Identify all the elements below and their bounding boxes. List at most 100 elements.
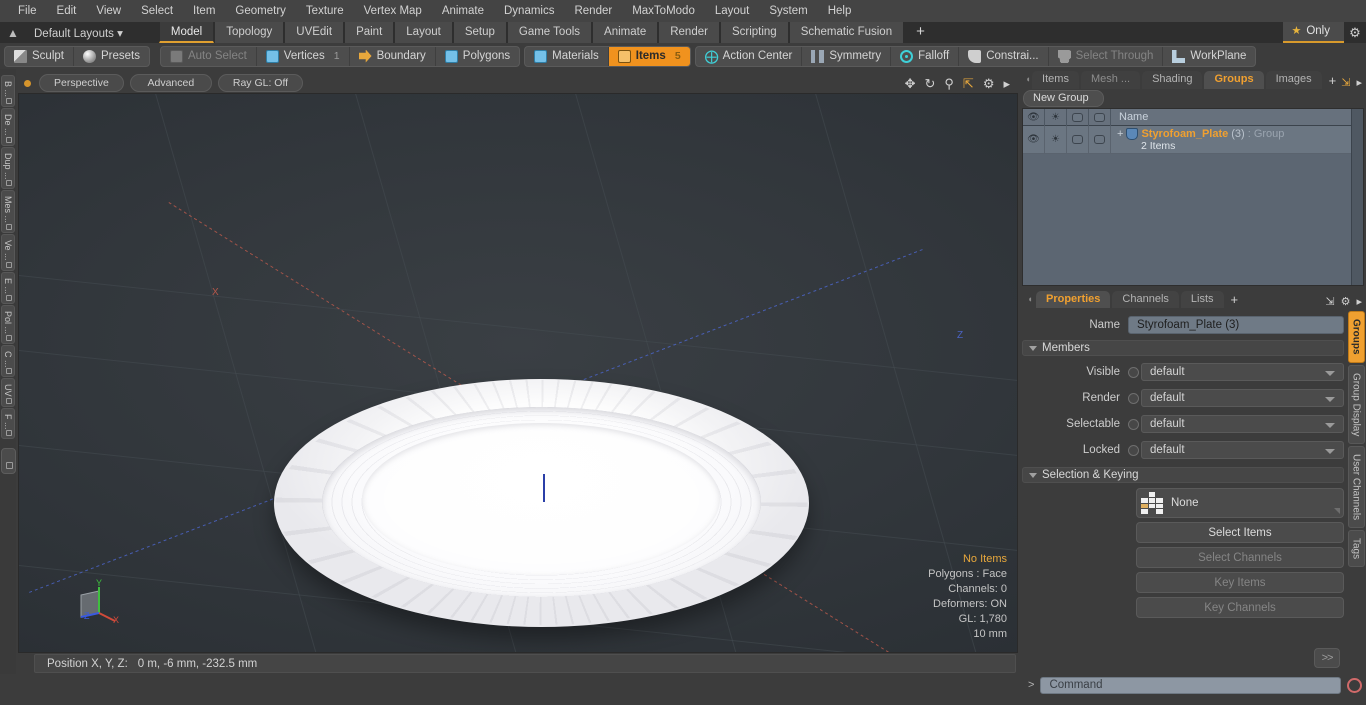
viewport-perspective-button[interactable]: Perspective [39,74,124,92]
select-through-button[interactable]: Select Through [1049,46,1164,66]
menu-item-help[interactable]: Help [818,0,862,22]
expander-icon[interactable]: + [1117,128,1123,140]
tab-shading[interactable]: Shading [1142,71,1203,89]
left-rail-tab-6[interactable]: Pol ... [1,304,15,344]
properties-menu-icon[interactable]: ◖ [1024,289,1036,308]
menu-item-system[interactable]: System [759,0,817,22]
left-rail-tab-0[interactable]: B ... [1,75,15,108]
home-icon[interactable]: ▲ [0,26,26,40]
menu-item-edit[interactable]: Edit [47,0,87,22]
layout-tab-animate[interactable]: Animate [592,22,659,43]
left-rail-tab-4[interactable]: Ve ... [1,234,15,271]
member-radio-render[interactable] [1128,392,1139,404]
auto-select-button[interactable]: Auto Select [161,46,257,66]
left-rail-tab-7[interactable]: C ... [1,344,15,378]
render-icon[interactable]: ☀ [1045,108,1067,126]
record-icon[interactable] [1347,677,1362,693]
row-checkbox-icon[interactable] [1089,126,1111,153]
items-button[interactable]: Items 5 [608,46,690,66]
zoom-icon[interactable]: ⚲ [944,77,954,90]
only-toggle-button[interactable]: ★ Only [1283,22,1344,43]
member-dropdown-selectable[interactable]: default [1141,415,1344,433]
falloff-button[interactable]: Falloff [891,46,960,66]
member-dropdown-render[interactable]: default [1141,389,1344,407]
workplane-button[interactable]: WorkPlane [1163,47,1255,66]
tab-channels[interactable]: Channels [1112,291,1179,308]
table-row[interactable]: 👁 ☀ + Styrofoam_Plate (3) : Group 2 Item… [1023,126,1351,154]
row-checkbox-icon[interactable] [1067,126,1089,153]
layout-name-dropdown[interactable]: Default Layouts ▾ [26,26,131,40]
panel-menu-icon[interactable]: ◖ [1024,69,1032,89]
checkbox-icon[interactable] [1067,108,1089,126]
left-rail-tab-9[interactable]: F ... [1,407,15,440]
member-radio-visible[interactable] [1128,366,1139,378]
tab-images[interactable]: Images [1265,71,1322,89]
more-options-button[interactable]: >> [1314,648,1340,668]
layout-tab-game-tools[interactable]: Game Tools [506,22,593,43]
layout-tab-scripting[interactable]: Scripting [719,22,789,43]
fit-icon[interactable]: ⇱ [963,77,974,90]
play-icon[interactable]: ▸ [1003,77,1010,90]
add-panel-tab-button[interactable]: + [1324,72,1342,89]
left-rail-tab-3[interactable]: Mes ... [1,190,15,234]
layout-tab-topology[interactable]: Topology [214,22,285,43]
rotate-icon[interactable]: ↻ [924,77,935,90]
member-radio-selectable[interactable] [1128,418,1139,430]
layout-tab-setup[interactable]: Setup [452,22,507,43]
group-list-scrollbar[interactable] [1351,109,1363,285]
menu-item-render[interactable]: Render [564,0,622,22]
vertices-button[interactable]: Vertices 1 [257,46,350,66]
tab-lists[interactable]: Lists [1180,291,1224,308]
left-rail-tab-1[interactable]: De ... [1,108,15,146]
command-input[interactable]: Command [1040,676,1341,694]
menu-item-layout[interactable]: Layout [705,0,760,22]
group-list-empty-area[interactable] [1023,154,1351,285]
symmetry-button[interactable]: Symmetry [802,46,892,66]
members-section-header[interactable]: Members [1022,340,1344,356]
row-render-icon[interactable]: ☀ [1045,126,1067,153]
menu-item-select[interactable]: Select [131,0,183,22]
gear-icon[interactable]: ⚙ [983,77,995,90]
viewport-shading-button[interactable]: Advanced [129,74,212,92]
menu-item-view[interactable]: View [86,0,131,22]
left-rail-tab-8[interactable]: UV [1,378,15,407]
layout-tab-layout[interactable]: Layout [394,22,453,43]
tab-properties[interactable]: Properties [1036,291,1111,308]
side-tab-user-channels[interactable]: User Channels [1347,445,1365,529]
layout-tab-schematic-fusion[interactable]: Schematic Fusion [788,22,905,43]
add-layout-tab-button[interactable]: + [904,22,937,43]
menu-item-item[interactable]: Item [183,0,225,22]
polygons-button[interactable]: Polygons [436,47,519,66]
tab-groups[interactable]: Groups [1204,71,1264,89]
tab-mesh-[interactable]: Mesh ... [1080,71,1141,89]
member-radio-locked[interactable] [1128,444,1139,456]
select-items-button[interactable]: Select Items [1136,522,1344,543]
tab-items[interactable]: Items [1032,71,1079,89]
side-tab-groups[interactable]: Groups [1347,311,1365,363]
selection-set-dropdown[interactable]: None [1136,488,1344,518]
expand-icon[interactable]: ⇲ [1341,76,1350,89]
row-eye-icon[interactable]: 👁 [1023,126,1045,153]
boundary-button[interactable]: Boundary [350,46,436,66]
layout-tab-paint[interactable]: Paint [344,22,395,43]
left-rail-tab-5[interactable]: E ... [1,271,15,304]
menu-item-texture[interactable]: Texture [296,0,354,22]
member-dropdown-visible[interactable]: default [1141,363,1344,381]
checkbox-icon[interactable] [1089,108,1111,126]
eye-icon[interactable]: 👁 [1023,108,1045,126]
menu-item-geometry[interactable]: Geometry [225,0,296,22]
styrofoam-plate-mesh[interactable] [274,379,809,647]
viewport-3d[interactable]: X Z Y Z X No Items Polygons: Face Chann… [18,93,1018,653]
presets-button[interactable]: Presets [74,47,149,66]
group-list[interactable]: 👁 ☀ Name 👁 ☀ + Styrofoam_Plate (3): Gro… [1022,108,1364,286]
left-rail-extra-tab[interactable] [0,448,16,475]
sculpt-button[interactable]: Sculpt [5,46,74,66]
menu-item-vertex-map[interactable]: Vertex Map [354,0,432,22]
selection-keying-section-header[interactable]: Selection & Keying [1022,467,1344,483]
new-group-button[interactable]: New Group [1023,90,1104,107]
menu-item-maxtomodo[interactable]: MaxToModo [622,0,705,22]
action-center-button[interactable]: ⨁ Action Center [696,46,803,66]
materials-button[interactable]: Materials [525,46,609,66]
expand-icon[interactable]: ⇲ [1325,295,1334,308]
layout-tab-render[interactable]: Render [658,22,720,43]
